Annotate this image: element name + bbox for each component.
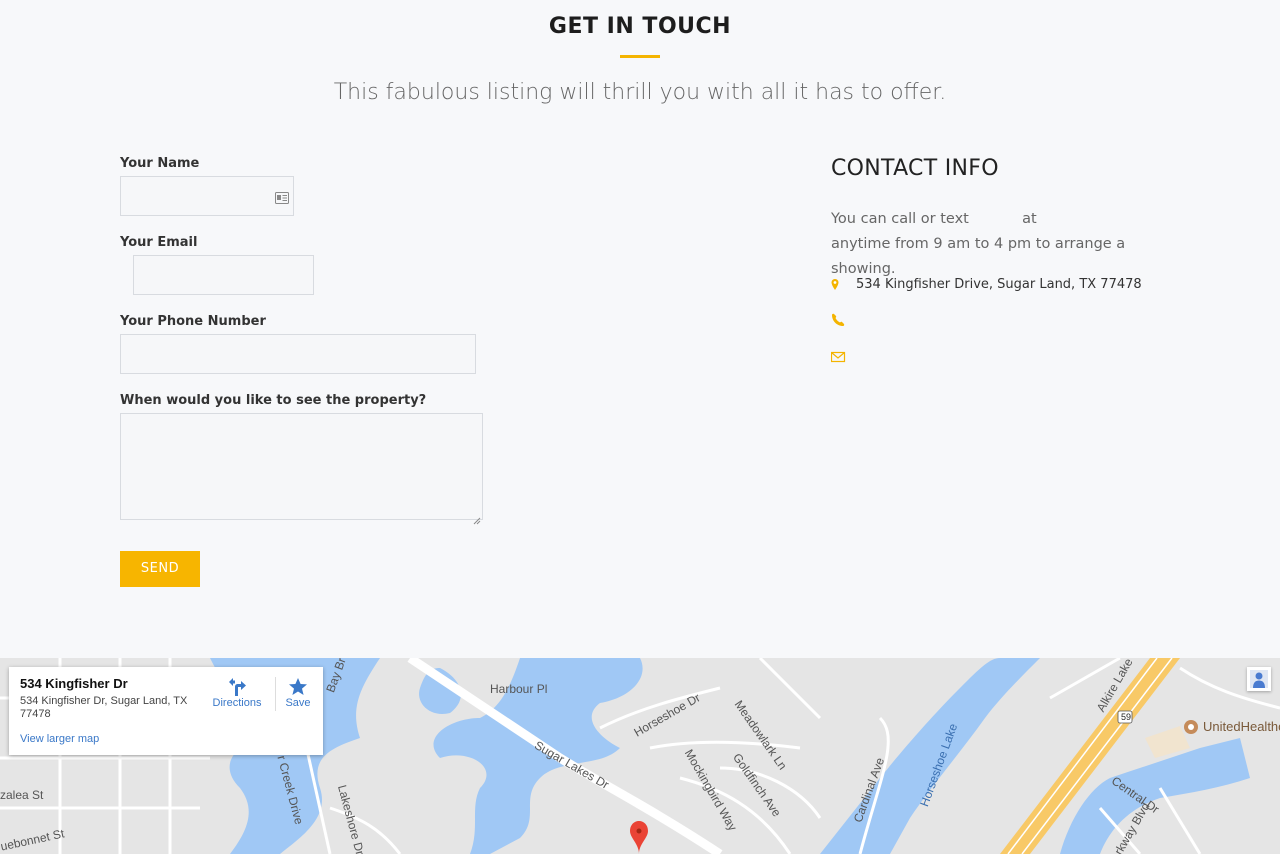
place-name: 534 Kingfisher Dr bbox=[20, 676, 128, 691]
street-view-pegman-icon[interactable] bbox=[1247, 667, 1271, 691]
street-label: Harbour Pl bbox=[490, 682, 548, 696]
map-pin-icon bbox=[831, 278, 847, 292]
section-subtitle: This fabulous listing will thrill you wi… bbox=[333, 80, 947, 105]
contact-email-row[interactable] bbox=[830, 350, 856, 364]
email-label: Your Email bbox=[120, 235, 198, 250]
save-button[interactable]: Save bbox=[282, 677, 314, 709]
visit-time-label: When would you like to see the property? bbox=[120, 393, 427, 408]
view-larger-map-link[interactable]: View larger map bbox=[20, 733, 99, 745]
save-label: Save bbox=[285, 697, 311, 709]
contact-description: You can call or text at anytime from 9 a… bbox=[831, 207, 1191, 282]
street-label: zalea St bbox=[0, 788, 44, 802]
contact-title: CONTACT INFO bbox=[831, 156, 999, 181]
contact-address: 534 Kingfisher Drive, Sugar Land, TX 774… bbox=[856, 277, 1142, 292]
place-address: 534 Kingfisher Dr, Sugar Land, TX 77478 bbox=[20, 695, 188, 720]
visit-time-textarea[interactable] bbox=[120, 413, 483, 525]
directions-icon bbox=[207, 677, 267, 697]
directions-label: Directions bbox=[212, 697, 262, 709]
section-title: GET IN TOUCH bbox=[548, 14, 732, 39]
envelope-icon bbox=[830, 350, 847, 364]
contact-text-part1: You can call or text bbox=[831, 211, 969, 227]
card-divider bbox=[275, 677, 276, 711]
phone-icon bbox=[831, 313, 847, 327]
poi-label[interactable]: UnitedHealthc bbox=[1203, 719, 1280, 734]
name-input[interactable] bbox=[120, 176, 294, 216]
name-label: Your Name bbox=[120, 156, 200, 171]
highway-shield-label: 59 bbox=[1121, 712, 1132, 722]
contact-text-part2: anytime from 9 am to 4 pm to arrange a s… bbox=[831, 236, 1126, 277]
resize-grip-icon[interactable] bbox=[473, 510, 481, 525]
phone-label: Your Phone Number bbox=[120, 314, 266, 329]
title-underline bbox=[620, 55, 660, 58]
phone-input[interactable] bbox=[120, 334, 476, 374]
directions-button[interactable]: Directions bbox=[207, 677, 267, 709]
contact-card-icon bbox=[275, 189, 289, 204]
contact-phone-row[interactable] bbox=[831, 313, 856, 327]
star-icon bbox=[282, 677, 314, 697]
email-input[interactable] bbox=[133, 255, 314, 295]
send-button[interactable]: SEND bbox=[120, 551, 200, 587]
contact-address-row: 534 Kingfisher Drive, Sugar Land, TX 774… bbox=[831, 277, 1142, 292]
contact-text-at: at bbox=[1022, 211, 1037, 227]
map-place-card: 534 Kingfisher Dr 534 Kingfisher Dr, Sug… bbox=[9, 667, 323, 755]
